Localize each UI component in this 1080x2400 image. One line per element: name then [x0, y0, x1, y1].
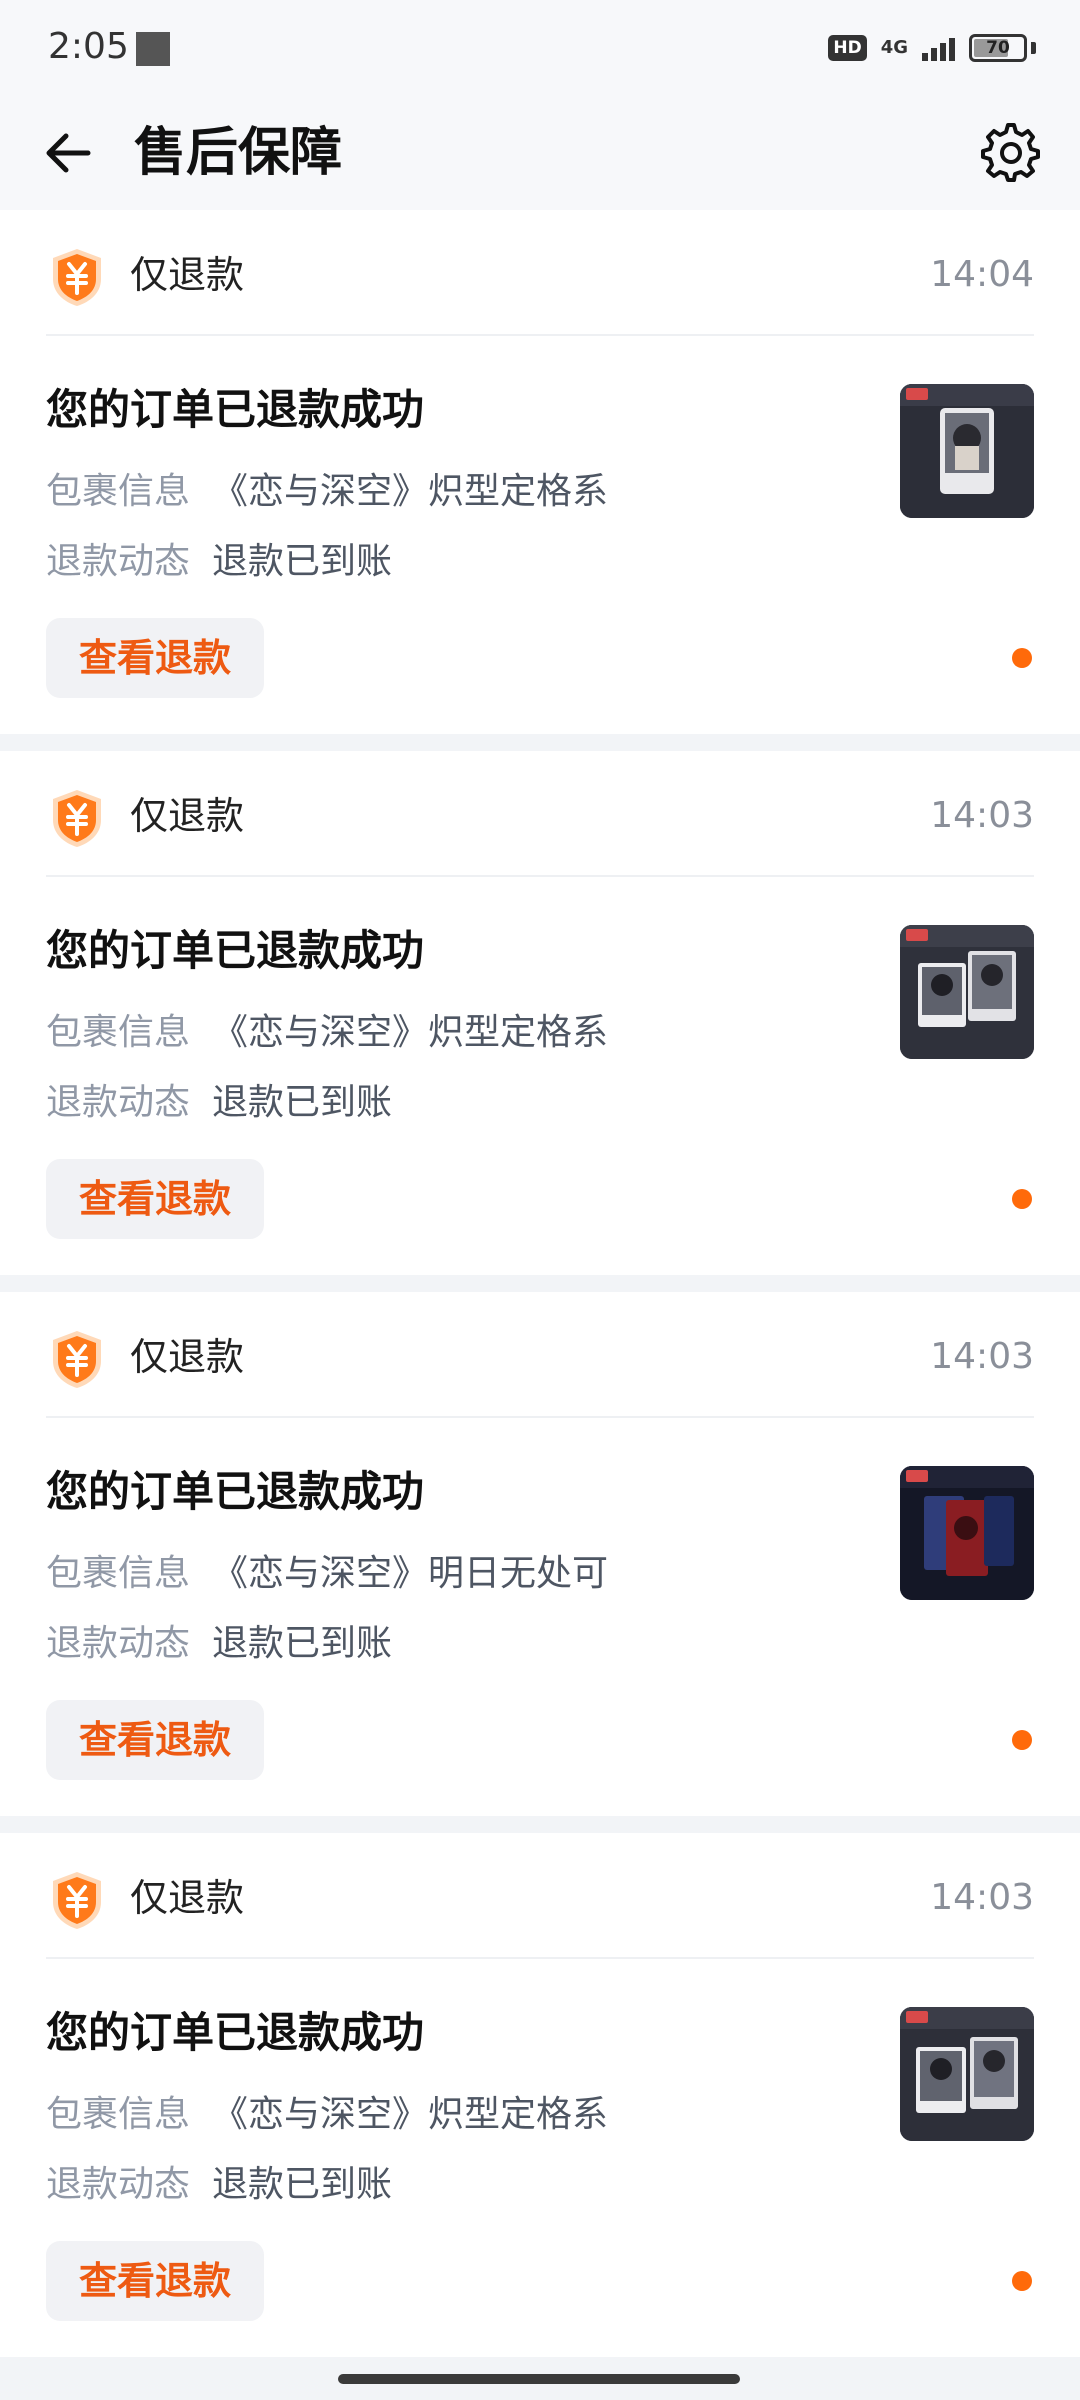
refund-card[interactable]: 仅退款 14:04 您的订单已退款成功 包裹信息 《恋与深空》炽型定格系 退款动态…	[0, 210, 1080, 734]
refund-status-row: 退款动态 退款已到账	[46, 536, 392, 588]
refund-shield-icon	[53, 790, 101, 847]
app-header: 售后保障	[0, 96, 1080, 210]
card-header: 仅退款 14:03	[46, 1833, 1034, 1959]
refund-type: 仅退款	[130, 1335, 245, 1379]
card-header: 仅退款 14:04	[46, 210, 1034, 336]
product-thumbnail[interactable]	[900, 925, 1034, 1059]
refund-status-label: 退款动态	[46, 541, 191, 582]
refund-status-value: 退款已到账	[212, 2164, 393, 2205]
status-indicators: HD 4G 70	[828, 28, 1036, 68]
product-thumbnail[interactable]	[900, 384, 1034, 518]
package-value: 《恋与深空》炽型定格系	[212, 1012, 609, 1053]
network-label: 4G	[880, 37, 908, 58]
refund-shield-icon	[53, 249, 101, 306]
refund-list: 仅退款 14:04 您的订单已退款成功 包裹信息 《恋与深空》炽型定格系 退款动态…	[0, 210, 1080, 2374]
package-label: 包裹信息	[46, 1553, 191, 1594]
signal-icon	[922, 35, 955, 61]
card-title: 您的订单已退款成功	[46, 926, 425, 975]
notification-icon	[136, 32, 170, 66]
view-refund-button[interactable]: 查看退款	[46, 2241, 264, 2321]
hd-icon: HD	[828, 35, 867, 61]
refund-shield-icon	[53, 1872, 101, 1929]
status-bar: 2:05 HD 4G 70	[0, 0, 1080, 96]
refund-card[interactable]: 仅退款 14:03 您的订单已退款成功 包裹信息 《恋与深空》炽型定格系 退款动态…	[0, 1833, 1080, 2357]
gear-icon[interactable]	[980, 122, 1042, 184]
unread-dot	[1012, 2271, 1032, 2291]
unread-dot	[1012, 648, 1032, 668]
package-label: 包裹信息	[46, 1012, 191, 1053]
card-title: 您的订单已退款成功	[46, 385, 425, 434]
card-title: 您的订单已退款成功	[46, 1467, 425, 1516]
card-title: 您的订单已退款成功	[46, 2008, 425, 2057]
arrow-left-icon[interactable]	[38, 122, 100, 184]
card-header: 仅退款 14:03	[46, 1292, 1034, 1418]
card-time: 14:04	[930, 254, 1034, 295]
refund-card[interactable]: 仅退款 14:03 您的订单已退款成功 包裹信息 《恋与深空》炽型定格系 退款动态…	[0, 751, 1080, 1275]
card-time: 14:03	[930, 1877, 1034, 1918]
refund-status-value: 退款已到账	[212, 1082, 393, 1123]
refund-status-label: 退款动态	[46, 2164, 191, 2205]
refund-status-value: 退款已到账	[212, 1623, 393, 1664]
card-header: 仅退款 14:03	[46, 751, 1034, 877]
product-thumbnail[interactable]	[900, 1466, 1034, 1600]
package-value: 《恋与深空》炽型定格系	[212, 2094, 609, 2135]
package-value: 《恋与深空》炽型定格系	[212, 471, 609, 512]
card-time: 14:03	[930, 795, 1034, 836]
home-indicator[interactable]	[338, 2374, 740, 2384]
view-refund-button[interactable]: 查看退款	[46, 1159, 264, 1239]
refund-type: 仅退款	[130, 253, 245, 297]
refund-status-row: 退款动态 退款已到账	[46, 2159, 392, 2211]
package-info-row: 包裹信息 《恋与深空》炽型定格系	[46, 1007, 608, 1059]
package-value: 《恋与深空》明日无处可	[212, 1553, 609, 1594]
package-info-row: 包裹信息 《恋与深空》炽型定格系	[46, 466, 608, 518]
product-thumbnail[interactable]	[900, 2007, 1034, 2141]
unread-dot	[1012, 1189, 1032, 1209]
view-refund-button[interactable]: 查看退款	[46, 1700, 264, 1780]
package-info-row: 包裹信息 《恋与深空》明日无处可	[46, 1548, 608, 1600]
refund-status-label: 退款动态	[46, 1082, 191, 1123]
page-title: 售后保障	[134, 123, 343, 183]
refund-card[interactable]: 仅退款 14:03 您的订单已退款成功 包裹信息 《恋与深空》明日无处可 退款动态…	[0, 1292, 1080, 1816]
unread-dot	[1012, 1730, 1032, 1750]
package-info-row: 包裹信息 《恋与深空》炽型定格系	[46, 2089, 608, 2141]
refund-status-row: 退款动态 退款已到账	[46, 1618, 392, 1670]
package-label: 包裹信息	[46, 471, 191, 512]
package-label: 包裹信息	[46, 2094, 191, 2135]
status-time: 2:05	[48, 26, 129, 67]
battery-level: 70	[986, 38, 1010, 58]
refund-type: 仅退款	[130, 1876, 245, 1920]
view-refund-button[interactable]: 查看退款	[46, 618, 264, 698]
battery-icon: 70	[969, 34, 1027, 62]
refund-status-value: 退款已到账	[212, 541, 393, 582]
refund-shield-icon	[53, 1331, 101, 1388]
refund-type: 仅退款	[130, 794, 245, 838]
refund-status-row: 退款动态 退款已到账	[46, 1077, 392, 1129]
refund-status-label: 退款动态	[46, 1623, 191, 1664]
card-time: 14:03	[930, 1336, 1034, 1377]
